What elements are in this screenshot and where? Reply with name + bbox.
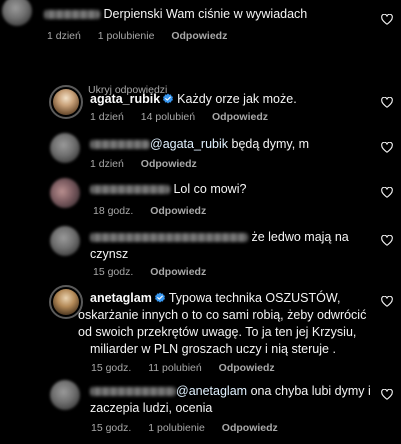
mention-link[interactable]: @agata_rubik	[150, 137, 228, 151]
comment-text-line1: Typowa technika OSZUSTÓW,	[168, 291, 341, 305]
comment-text-line1: ona chyba lubi dymy i	[250, 384, 371, 398]
reply-button[interactable]: Odpowiedz	[219, 362, 275, 374]
comment-likes[interactable]: 14 polubień	[141, 111, 195, 123]
verified-badge-icon	[154, 292, 166, 304]
heart-outline-icon[interactable]	[381, 14, 393, 25]
comment-text: będą dymy, m	[231, 137, 310, 151]
verified-badge-icon	[162, 93, 174, 105]
reply-button[interactable]: Odpowiedz	[150, 266, 206, 278]
avatar-image	[53, 89, 79, 115]
reply-button[interactable]: Odpowiedz	[212, 111, 268, 123]
avatar-image	[53, 289, 79, 315]
comment-time: 15 godz.	[91, 422, 132, 434]
reply-button[interactable]: Odpowiedz	[222, 422, 278, 434]
username-blurred[interactable]	[90, 140, 150, 150]
username-blurred[interactable]	[90, 233, 248, 243]
comment-meta: 1 dzień 14 polubień Odpowiedz	[90, 110, 282, 124]
comment-time: 15 godz.	[93, 266, 134, 278]
username-blurred[interactable]	[44, 10, 100, 20]
comment-time: 1 dzień	[90, 158, 124, 170]
heart-outline-icon[interactable]	[381, 235, 393, 246]
comment-meta: 1 dzień Odpowiedz	[90, 157, 211, 171]
comment-likes[interactable]: 1 polubienie	[148, 422, 205, 434]
comment-meta: 15 godz. Odpowiedz	[93, 265, 220, 279]
comment-text-line3: od swoich przekrętów uwagę. To ja ten je…	[78, 325, 357, 339]
comment-time: 18 godz.	[93, 205, 134, 217]
reply-button[interactable]: Odpowiedz	[150, 205, 206, 217]
comment-likes[interactable]: 11 polubień	[148, 362, 202, 374]
avatar[interactable]	[49, 85, 83, 119]
comment-time: 15 godz.	[91, 362, 132, 374]
avatar[interactable]	[50, 380, 80, 410]
comment-meta: 15 godz. 11 polubień Odpowiedz	[91, 361, 289, 375]
comment-text-line2: czynsz	[90, 247, 129, 261]
avatar[interactable]	[50, 178, 80, 208]
avatar[interactable]	[2, 0, 32, 26]
comment-time: 1 dzień	[47, 30, 81, 42]
username[interactable]: anetaglam	[90, 291, 152, 305]
heart-outline-icon[interactable]	[381, 97, 393, 108]
comment-meta: 1 dzień 1 polubienie Odpowiedz	[47, 29, 241, 43]
avatar[interactable]	[50, 226, 80, 256]
comment-likes[interactable]: 1 polubienie	[98, 30, 155, 42]
comment-text-line2: zaczepia ludzi, ocenia	[90, 401, 213, 415]
comment-time: 1 dzień	[90, 111, 124, 123]
heart-outline-icon[interactable]	[381, 296, 393, 307]
comment-text-line1: że ledwo mają na	[251, 230, 349, 244]
comment-text: Derpienski Wam ciśnie w wywiadach	[103, 7, 308, 21]
reply-button[interactable]: Odpowiedz	[141, 158, 197, 170]
heart-outline-icon[interactable]	[381, 187, 393, 198]
comment-meta: 18 godz. Odpowiedz	[93, 204, 220, 218]
reply-button[interactable]: Odpowiedz	[171, 30, 227, 42]
comment-meta: 15 godz. 1 polubienie Odpowiedz	[91, 421, 292, 435]
comment-text-line2: oskarżanie innych o to co sami robią, że…	[78, 308, 367, 322]
heart-outline-icon[interactable]	[381, 389, 393, 400]
mention-link[interactable]: @anetaglam	[176, 384, 247, 398]
heart-outline-icon[interactable]	[381, 142, 393, 153]
comment-text: Lol co mowi?	[173, 182, 247, 196]
username[interactable]: agata_rubik	[90, 92, 160, 106]
avatar[interactable]	[50, 133, 80, 163]
comment-text-line4: miliarder w PLN groszach uczy i nią ster…	[90, 342, 336, 356]
username-blurred[interactable]	[90, 185, 170, 195]
username-blurred[interactable]	[90, 387, 176, 397]
comment-text: Każdy orze jak może.	[177, 92, 297, 106]
